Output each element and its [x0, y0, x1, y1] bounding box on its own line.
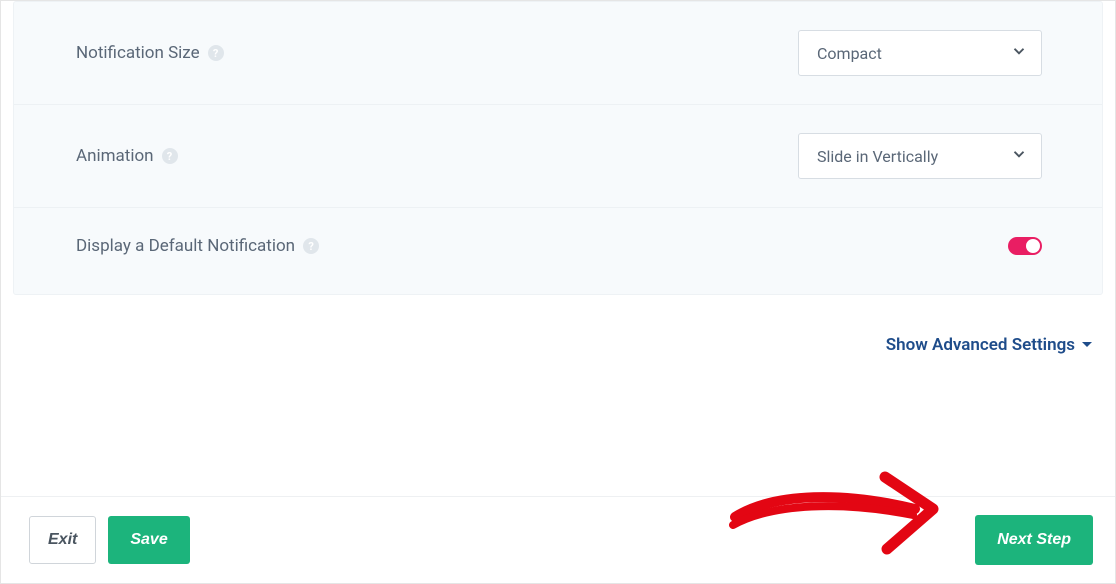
setting-row-notification-size: Notification Size ? Compact	[14, 2, 1102, 105]
notification-size-select[interactable]: Compact	[798, 30, 1042, 76]
footer-bar: Exit Save Next Step	[1, 496, 1115, 583]
setting-label: Notification Size ?	[76, 43, 224, 63]
setting-label: Animation ?	[76, 146, 178, 166]
advanced-settings-row: Show Advanced Settings	[1, 295, 1115, 365]
notification-size-label: Notification Size	[76, 43, 200, 63]
caret-down-icon	[1081, 335, 1093, 355]
help-icon[interactable]: ?	[208, 45, 224, 61]
animation-select[interactable]: Slide in Vertically	[798, 133, 1042, 179]
default-notification-toggle[interactable]	[1008, 237, 1042, 255]
default-notification-label: Display a Default Notification	[76, 236, 295, 256]
settings-panel: Notification Size ? Compact Animation ? …	[13, 1, 1103, 295]
show-advanced-settings-link[interactable]: Show Advanced Settings	[886, 335, 1093, 355]
advanced-link-text: Show Advanced Settings	[886, 335, 1075, 355]
footer-left-buttons: Exit Save	[29, 516, 190, 564]
select-value: Slide in Vertically	[798, 133, 1042, 179]
help-icon[interactable]: ?	[303, 238, 319, 254]
save-button[interactable]: Save	[108, 516, 189, 564]
next-step-button[interactable]: Next Step	[975, 515, 1093, 565]
toggle-knob	[1026, 239, 1040, 253]
select-value: Compact	[798, 30, 1042, 76]
exit-button[interactable]: Exit	[29, 516, 96, 564]
setting-label: Display a Default Notification ?	[76, 236, 319, 256]
setting-row-default-notification: Display a Default Notification ?	[14, 208, 1102, 284]
animation-label: Animation	[76, 146, 154, 166]
setting-row-animation: Animation ? Slide in Vertically	[14, 105, 1102, 208]
help-icon[interactable]: ?	[162, 148, 178, 164]
